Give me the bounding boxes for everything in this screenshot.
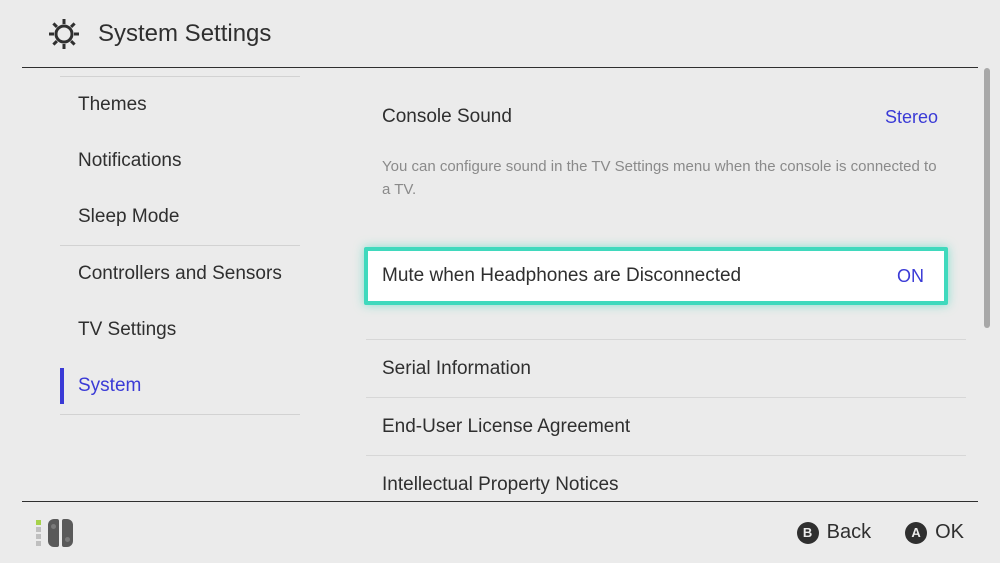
ok-label: OK — [935, 521, 964, 544]
sidebar-item-notifications[interactable]: Notifications — [60, 133, 300, 189]
sidebar-item-controllers[interactable]: Controllers and Sensors — [60, 246, 300, 302]
console-sound-description: You can configure sound in the TV Settin… — [366, 146, 966, 213]
ok-button[interactable]: A OK — [905, 521, 964, 544]
footer: B Back A OK — [0, 502, 1000, 563]
sidebar-item-system[interactable]: System — [60, 358, 300, 414]
eula-row[interactable]: End-User License Agreement — [366, 397, 966, 455]
a-button-icon: A — [905, 522, 927, 544]
b-button-icon: B — [797, 522, 819, 544]
sidebar-item-sleep-mode[interactable]: Sleep Mode — [60, 189, 300, 245]
sidebar-item-label: Controllers and Sensors — [78, 263, 282, 285]
sidebar-item-label: Notifications — [78, 150, 182, 172]
gear-icon — [48, 18, 80, 50]
sidebar-item-label: System — [78, 375, 141, 397]
page-title: System Settings — [98, 20, 271, 48]
sidebar-item-amiibo[interactable]: amiibo — [60, 68, 300, 76]
sidebar-item-label: Sleep Mode — [78, 206, 179, 228]
sidebar-item-label: Themes — [78, 94, 147, 116]
sidebar-item-label: TV Settings — [78, 319, 176, 341]
row-label: Console Sound — [382, 106, 512, 128]
header: System Settings — [0, 0, 1000, 67]
back-label: Back — [827, 521, 871, 544]
row-label: End-User License Agreement — [382, 416, 630, 438]
scrollbar[interactable] — [984, 68, 990, 328]
console-sound-row[interactable]: Console Sound Stereo — [366, 88, 966, 146]
row-label: Serial Information — [382, 358, 531, 380]
sidebar: amiibo Themes Notifications Sleep Mode C… — [0, 68, 336, 502]
serial-information-row[interactable]: Serial Information — [366, 339, 966, 397]
row-label: Mute when Headphones are Disconnected — [382, 265, 741, 287]
row-label: Intellectual Property Notices — [382, 474, 619, 496]
sidebar-item-tv-settings[interactable]: TV Settings — [60, 302, 300, 358]
back-button[interactable]: B Back — [797, 521, 871, 544]
main-panel: Console Sound Stereo You can configure s… — [336, 68, 976, 502]
mute-headphones-row[interactable]: Mute when Headphones are Disconnected ON — [364, 247, 948, 305]
row-value: ON — [897, 266, 924, 287]
row-value: Stereo — [885, 107, 938, 128]
ip-notices-row[interactable]: Intellectual Property Notices — [366, 455, 966, 502]
sidebar-divider — [60, 414, 300, 415]
controller-status-icon — [36, 519, 73, 547]
sidebar-item-themes[interactable]: Themes — [60, 77, 300, 133]
